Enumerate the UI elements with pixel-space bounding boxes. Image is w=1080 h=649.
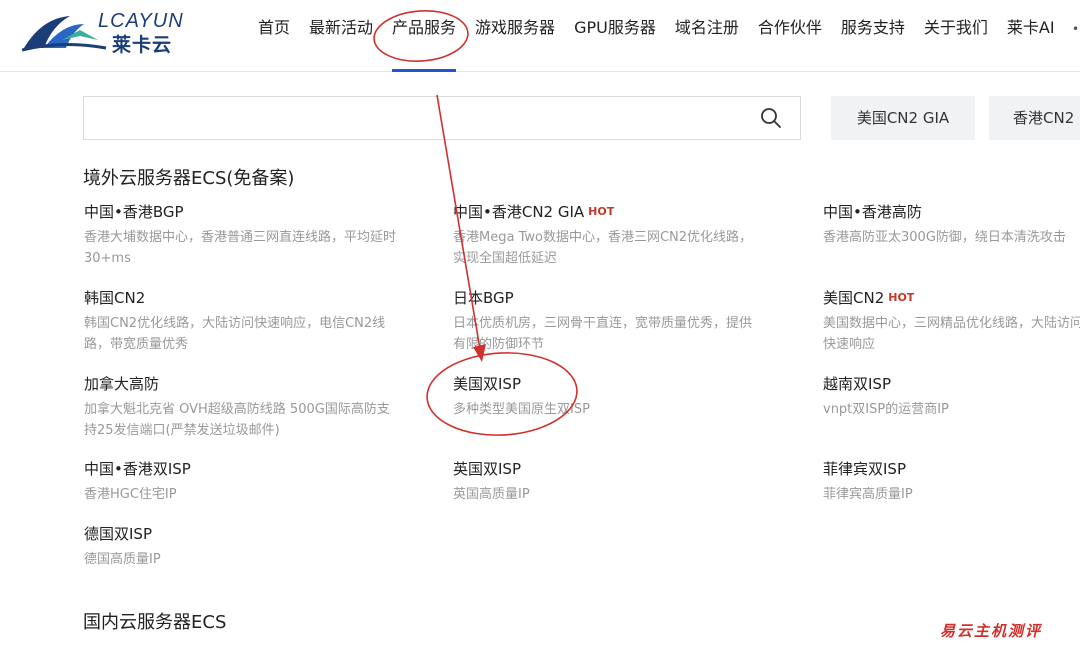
product-name: 加拿大高防 [84,375,160,393]
nav-item-gpu-servers[interactable]: GPU服务器 [574,0,656,72]
product-desc: 菲律宾高质量IP [823,487,913,502]
nav-overflow-icon[interactable]: • [1072,22,1080,34]
product-desc: 香港HGC住宅IP [84,487,177,502]
watermark-text: 易云主机测评 [940,622,1043,640]
product-desc: vnpt双ISP的运营商IP [823,402,949,417]
nav-item-domain[interactable]: 域名注册 [675,0,739,72]
section-title-overseas: 境外云服务器ECS(免备案) [83,168,295,189]
nav-item-partners[interactable]: 合作伙伴 [758,0,822,72]
search-input[interactable] [94,107,734,131]
main-nav: 首页 最新活动 产品服务 游戏服务器 GPU服务器 域名注册 合作伙伴 服务支持… [258,0,1074,72]
product-name: 菲律宾双ISP [823,460,906,478]
product-name: 韩国CN2 [84,289,146,307]
product-us-dual-isp[interactable]: 美国双ISP 多种类型美国原生双ISP [453,374,773,420]
product-name-text: 美国CN2 [823,289,885,307]
product-hk-dual-isp[interactable]: 中国•香港双ISP 香港HGC住宅IP [84,459,404,505]
product-name: 德国双ISP [84,525,152,543]
product-desc: 日本优质机房，三网骨干直连，宽带质量优秀，提供有限的防御环节 [453,316,753,352]
product-name: 日本BGP [453,289,514,307]
product-us-cn2[interactable]: 美国CN2 HOT 美国数据中心，三网精品优化线路，大陆访问快速响应 [823,288,1080,355]
nav-item-promotions[interactable]: 最新活动 [309,0,373,72]
nav-item-about[interactable]: 关于我们 [924,0,988,72]
quick-tag-hk-cn2[interactable]: 香港CN2 [989,96,1080,140]
product-ca-ddos[interactable]: 加拿大高防 加拿大魁北克省 OVH超级高防线路 500G国际高防支持25发信端口… [84,374,404,441]
product-desc: 韩国CN2优化线路，大陆访问快速响应，电信CN2线路，带宽质量优秀 [84,316,386,352]
nav-item-products[interactable]: 产品服务 [392,0,457,72]
product-jp-bgp[interactable]: 日本BGP 日本优质机房，三网骨干直连，宽带质量优秀，提供有限的防御环节 [453,288,773,355]
product-desc: 美国数据中心，三网精品优化线路，大陆访问快速响应 [823,316,1080,352]
product-desc: 德国高质量IP [84,552,161,567]
product-ph-dual-isp[interactable]: 菲律宾双ISP 菲律宾高质量IP [823,459,1080,505]
hot-badge: HOT [588,205,615,218]
product-name: 美国CN2 HOT [823,288,1080,308]
product-name: 中国•香港双ISP [84,460,191,478]
product-desc: 加拿大魁北克省 OVH超级高防线路 500G国际高防支持25发信端口(严禁发送垃… [84,402,390,438]
hot-badge: HOT [888,291,915,304]
search-icon[interactable] [760,107,782,129]
logo[interactable]: LCAYUN 莱卡云 [22,8,187,56]
product-de-dual-isp[interactable]: 德国双ISP 德国高质量IP [84,524,404,570]
product-desc: 英国高质量IP [453,487,530,502]
search-box [83,96,801,140]
product-name: 美国双ISP [453,375,521,393]
product-desc: 香港高防亚太300G防御，绕日本清洗攻击 [823,230,1066,245]
logo-text-cn: 莱卡云 [112,34,173,56]
product-name: 中国•香港高防 [823,203,922,221]
nav-item-home[interactable]: 首页 [258,0,290,72]
quick-tag-us-cn2-gia[interactable]: 美国CN2 GIA [831,96,975,140]
product-desc: 香港大埔数据中心，香港普通三网直连线路，平均延时30+ms [84,230,397,266]
product-name: 越南双ISP [823,375,891,393]
product-name: 英国双ISP [453,460,521,478]
product-vn-dual-isp[interactable]: 越南双ISP vnpt双ISP的运营商IP [823,374,1080,420]
product-hk-ddos[interactable]: 中国•香港高防 香港高防亚太300G防御，绕日本清洗攻击 [823,202,1080,248]
product-desc: 多种类型美国原生双ISP [453,402,590,417]
product-name: 中国•香港CN2 GIA HOT [453,202,773,222]
nav-item-game-servers[interactable]: 游戏服务器 [475,0,555,72]
product-desc: 香港Mega Two数据中心，香港三网CN2优化线路，实现全国超低延迟 [453,230,753,266]
product-uk-dual-isp[interactable]: 英国双ISP 英国高质量IP [453,459,773,505]
product-name: 中国•香港BGP [84,203,184,221]
nav-item-support[interactable]: 服务支持 [841,0,905,72]
product-name-text: 中国•香港CN2 GIA [453,203,585,221]
product-hk-bgp[interactable]: 中国•香港BGP 香港大埔数据中心，香港普通三网直连线路，平均延时30+ms [84,202,404,269]
site-header: LCAYUN 莱卡云 首页 最新活动 产品服务 游戏服务器 GPU服务器 域名注… [0,0,1080,72]
product-hk-cn2-gia[interactable]: 中国•香港CN2 GIA HOT 香港Mega Two数据中心，香港三网CN2优化… [453,202,773,269]
nav-item-ai[interactable]: 莱卡AI [1007,0,1055,72]
product-kr-cn2[interactable]: 韩国CN2 韩国CN2优化线路，大陆访问快速响应，电信CN2线路，带宽质量优秀 [84,288,404,355]
section-title-domestic: 国内云服务器ECS [83,612,227,633]
